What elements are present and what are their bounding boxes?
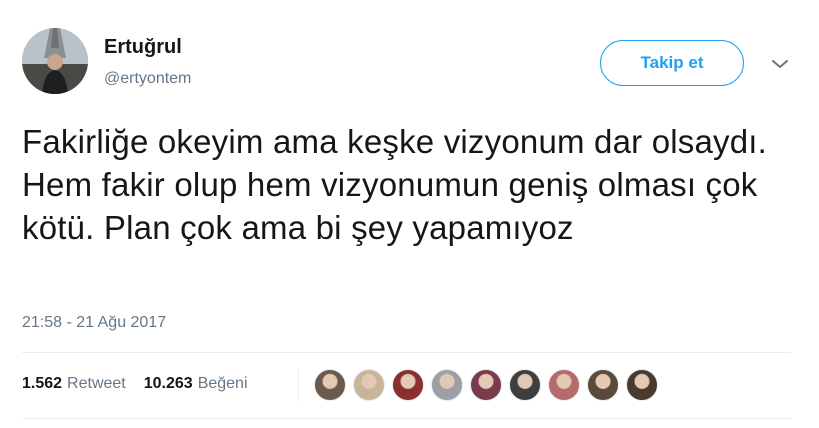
user-handle[interactable]: @ertyontem (104, 70, 191, 88)
retweet-count: 1.562 (22, 375, 63, 392)
divider (22, 418, 791, 419)
like-count: 10.263 (143, 375, 193, 392)
display-name[interactable]: Ertuğrul (104, 36, 182, 59)
stats-separator (298, 368, 299, 402)
profile-photo (22, 28, 88, 94)
liker-avatar[interactable] (353, 369, 385, 401)
liker-avatar[interactable] (509, 369, 541, 401)
like-label: Beğeni (197, 375, 248, 392)
liker-avatar[interactable] (548, 369, 580, 401)
liker-avatar[interactable] (587, 369, 619, 401)
divider (22, 352, 791, 353)
retweet-stat[interactable]: 1.562 Retweet (22, 375, 126, 393)
liker-avatar[interactable] (470, 369, 502, 401)
tweet-stats: 1.562 Retweet 10.263 Beğeni (22, 375, 266, 393)
follow-button[interactable]: Takip et (600, 40, 744, 86)
liker-avatars (314, 369, 665, 401)
like-stat[interactable]: 10.263 Beğeni (144, 375, 248, 393)
chevron-down-icon[interactable] (770, 58, 790, 70)
liker-avatar[interactable] (392, 369, 424, 401)
retweet-label: Retweet (67, 375, 126, 392)
liker-avatar[interactable] (626, 369, 658, 401)
tweet-timestamp[interactable]: 21:58 - 21 Ağu 2017 (22, 314, 166, 332)
avatar[interactable] (22, 28, 88, 94)
liker-avatar[interactable] (314, 369, 346, 401)
liker-avatar[interactable] (431, 369, 463, 401)
tweet-text: Fakirliğe okeyim ama keşke vizyonum dar … (22, 123, 768, 246)
